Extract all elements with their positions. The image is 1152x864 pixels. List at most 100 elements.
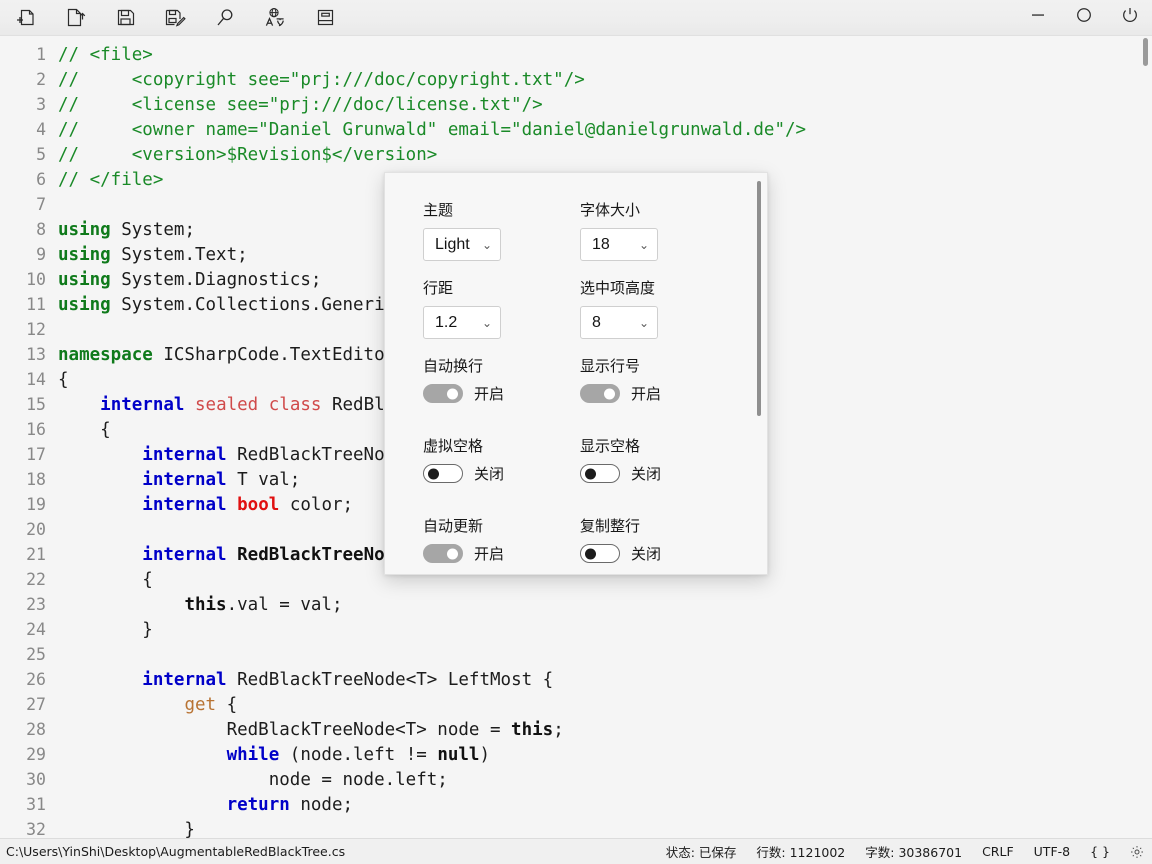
copy-whole-line-toggle[interactable] [580,544,620,563]
line-number: 9 [36,245,46,264]
line-ending-label[interactable]: CRLF [982,844,1014,859]
code-token: System; [110,220,195,240]
close-button[interactable] [1116,5,1144,31]
code-token: internal [142,670,227,690]
code-editor[interactable]: 1 // <file> 2 // <copyright see="prj:///doc… [0,36,1152,838]
code-token: // </file> [58,170,164,190]
virtual-space-toggle-row: 关闭 [423,463,580,484]
show-whitespace-toggle-row: 关闭 [580,463,737,484]
code-line: 3 // <license see="prj:///doc/license.txt… [0,92,1152,117]
settings-row: 自动换行 开启 显示行号 开启 [423,355,737,419]
code-line: 27 get { [0,692,1152,717]
selection-height-select[interactable]: 8 ⌄ [580,306,658,339]
word-wrap-toggle-row: 开启 [423,383,580,404]
save-as-button[interactable] [160,5,190,31]
settings-scrollbar[interactable] [756,181,762,504]
line-number: 18 [26,470,46,489]
font-size-select[interactable]: 18 ⌄ [580,228,658,261]
code-token: using [58,270,111,290]
word-count-label: 字数: 30386701 [865,845,963,860]
line-number: 12 [26,320,46,339]
selection-height-select-label: 选中项高度 [580,279,656,297]
editor-scrollbar-thumb[interactable] [1143,38,1148,66]
font-size-select-label: 字体大小 [580,201,641,219]
show-line-numbers-toggle-field: 显示行号 开启 [580,355,737,404]
line-number: 27 [26,695,46,714]
toolbar [0,0,1152,36]
auto-update-toggle-label: 自动更新 [423,517,484,535]
copy-whole-line-toggle-state-label: 关闭 [631,545,662,563]
search-icon [215,7,236,28]
line-number: 2 [36,70,46,89]
code-token: ) [479,745,491,765]
code-token: // <copyright see="prj:///doc/copyright.… [58,70,585,90]
code-token: this [511,720,554,740]
file-path-label: C:\Users\YinShi\Desktop\AugmentableRedBl… [6,844,346,859]
line-number: 28 [26,720,46,739]
line-number: 5 [36,145,46,164]
status-bar-right: 状态: 已保存 行数: 1121002 字数: 30386701 CRLF UT… [666,842,1144,861]
word-wrap-toggle-field: 自动换行 开启 [423,355,580,404]
show-line-numbers-toggle[interactable] [580,384,620,403]
virtual-space-toggle[interactable] [423,464,463,483]
theme-select[interactable]: Light ⌄ [423,228,501,261]
editor-vertical-scrollbar[interactable] [1138,36,1152,838]
editor-window: 1 // <file> 2 // <copyright see="prj:///doc… [0,0,1152,864]
code-token: color; [279,495,354,515]
code-token: System.Text; [110,245,248,265]
show-whitespace-toggle[interactable] [580,464,620,483]
toggle-knob [585,548,596,559]
auto-update-toggle[interactable] [423,544,463,563]
code-token: this [184,595,227,615]
book-icon [315,7,336,28]
show-whitespace-toggle-field: 显示空格 关闭 [580,435,737,484]
save-button[interactable] [110,5,140,31]
toggle-knob [585,468,596,479]
braces-label[interactable]: { } [1090,844,1110,859]
line-number: 16 [26,420,46,439]
line-number: 31 [26,795,46,814]
encoding-label[interactable]: UTF-8 [1034,844,1070,859]
gear-icon[interactable] [1130,845,1144,859]
code-line: 26 internal RedBlackTreeNode<T> LeftMost… [0,667,1152,692]
line-number: 23 [26,595,46,614]
line-number: 10 [26,270,46,289]
line-spacing-select-value: 1.2 [435,313,458,331]
settings-row: 主题 Light ⌄ 字体大小 18 ⌄ [423,199,737,261]
code-token: namespace [58,345,153,365]
code-token: // <version>$Revision$</version> [58,145,438,165]
translate-button[interactable] [260,5,290,31]
line-number: 21 [26,545,46,564]
code-token: internal [100,395,185,415]
line-spacing-select[interactable]: 1.2 ⌄ [423,306,501,339]
line-spacing-select-label: 行距 [423,279,454,297]
line-number: 7 [36,195,46,214]
open-file-button[interactable] [60,5,90,31]
status-bar: C:\Users\YinShi\Desktop\AugmentableRedBl… [0,838,1152,864]
font-size-select-value: 18 [592,235,610,253]
circle-icon [1075,6,1093,29]
code-token: // <owner name="Daniel Grunwald" email="… [58,120,807,140]
code-token: return [226,795,290,815]
search-button[interactable] [210,5,240,31]
dictionary-button[interactable] [310,5,340,31]
new-file-button[interactable] [10,5,40,31]
show-line-numbers-toggle-label: 显示行号 [580,357,641,375]
code-line: 25 [0,642,1152,667]
maximize-button[interactable] [1070,5,1098,31]
settings-scrollbar-thumb[interactable] [757,181,761,416]
word-wrap-toggle[interactable] [423,384,463,403]
minimize-button[interactable] [1024,5,1052,31]
code-token: .val = val; [226,595,343,615]
line-number: 15 [26,395,46,414]
virtual-space-toggle-label: 虚拟空格 [423,437,484,455]
minimize-icon [1030,7,1046,28]
